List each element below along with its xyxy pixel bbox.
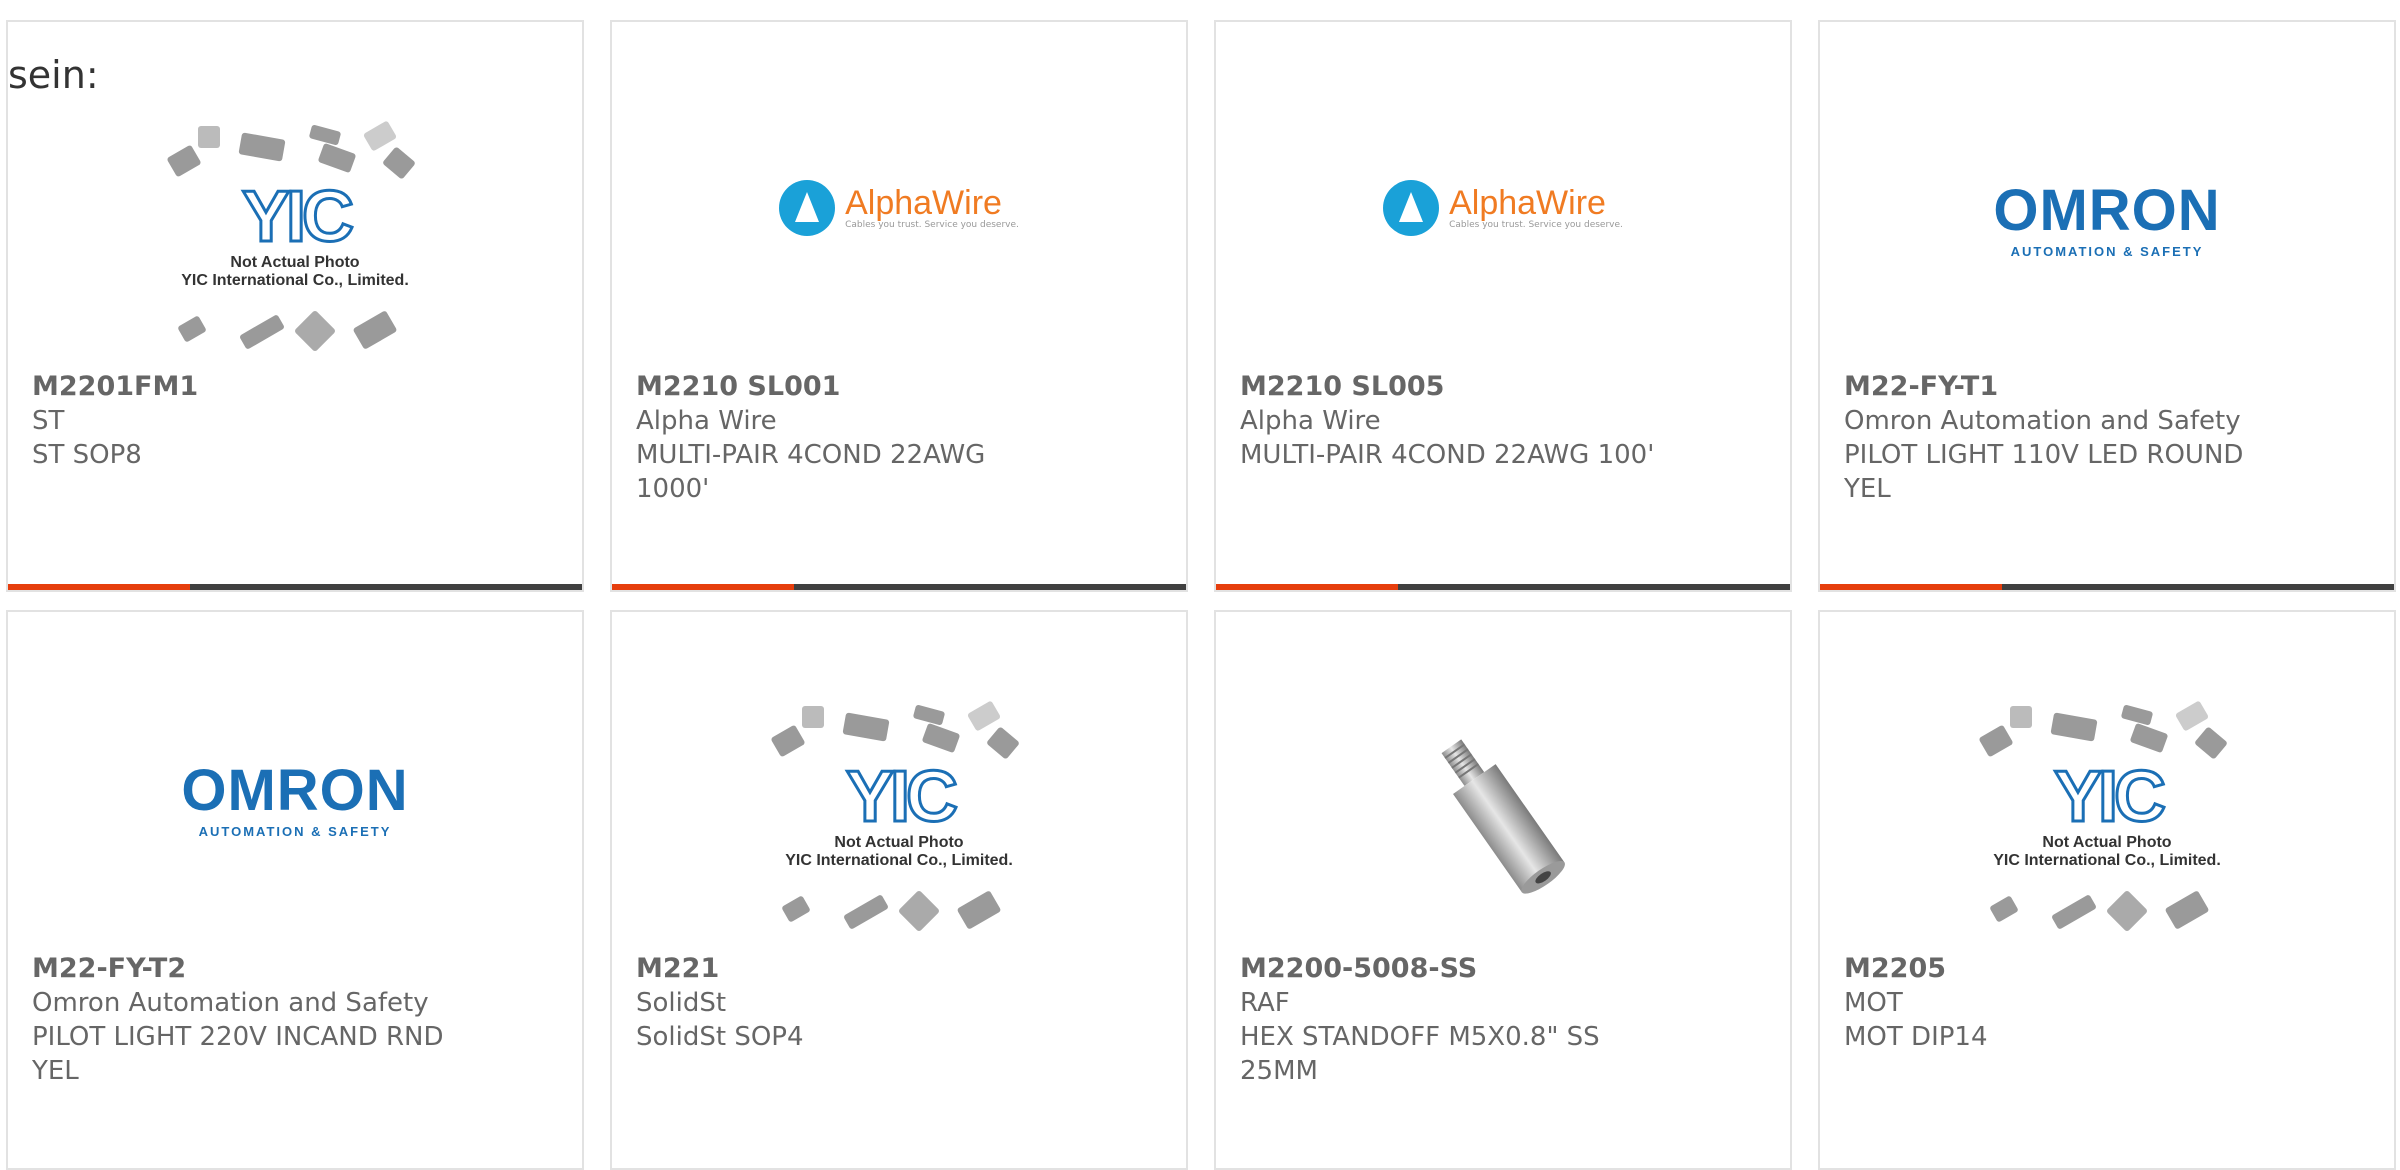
- card-bar: [8, 584, 582, 590]
- manufacturer: Alpha Wire: [636, 406, 777, 436]
- manufacturer: Omron Automation and Safety: [1844, 406, 2241, 436]
- part-number[interactable]: M22-FY-T2: [32, 952, 462, 986]
- description: HEX STANDOFF M5X0.8" SS 25MM: [1240, 1022, 1600, 1086]
- product-card[interactable]: YIC Not Actual Photo YIC International C…: [610, 610, 1188, 1170]
- product-card[interactable]: OMRON AUTOMATION & SAFETY M22-FY-T1 Omro…: [1818, 20, 2396, 592]
- yic-placeholder-image: YIC Not Actual Photo YIC International C…: [764, 700, 1034, 940]
- yic-placeholder-image: YIC Not Actual Photo YIC International C…: [1972, 700, 2242, 940]
- description: MOT DIP14: [1844, 1022, 1988, 1052]
- product-image[interactable]: OMRON AUTOMATION & SAFETY: [8, 688, 582, 962]
- product-card[interactable]: AlphaWire Cables you trust. Service you …: [1214, 20, 1792, 592]
- yic-logo-letters: YIC: [844, 756, 959, 839]
- product-image[interactable]: YIC Not Actual Photo YIC International C…: [8, 108, 582, 372]
- manufacturer: SolidSt: [636, 988, 727, 1018]
- yic-caption: Not Actual Photo YIC International Co., …: [181, 254, 409, 289]
- yic-caption: Not Actual Photo YIC International Co., …: [785, 834, 1013, 869]
- description: SolidSt SOP4: [636, 1022, 804, 1052]
- product-info: M22-FY-T2 Omron Automation and Safety PI…: [32, 952, 462, 1088]
- product-info: M2210 SL001 Alpha Wire MULTI-PAIR 4COND …: [636, 370, 1066, 506]
- part-number[interactable]: M2205: [1844, 952, 2274, 986]
- product-image[interactable]: AlphaWire Cables you trust. Service you …: [612, 108, 1186, 380]
- part-number[interactable]: M2201FM1: [32, 370, 462, 404]
- yic-placeholder-image: YIC Not Actual Photo YIC International C…: [160, 120, 430, 360]
- card-bar-accent: [1216, 584, 1398, 590]
- product-info: M221 SolidSt SolidSt SOP4: [636, 952, 1066, 1054]
- description: ST SOP8: [32, 440, 142, 470]
- product-image[interactable]: [1216, 688, 1790, 952]
- description: PILOT LIGHT 220V INCAND RND YEL: [32, 1022, 444, 1086]
- part-number[interactable]: M2210 SL005: [1240, 370, 1670, 404]
- part-number[interactable]: M2210 SL001: [636, 370, 1066, 404]
- part-number[interactable]: M22-FY-T1: [1844, 370, 2274, 404]
- card-bar: [1820, 584, 2394, 590]
- omron-logo: OMRON AUTOMATION & SAFETY: [1993, 178, 2221, 260]
- product-image[interactable]: YIC Not Actual Photo YIC International C…: [612, 688, 1186, 952]
- omron-logo: OMRON AUTOMATION & SAFETY: [181, 758, 409, 840]
- alphawire-logo: AlphaWire Cables you trust. Service you …: [779, 180, 1019, 236]
- product-image[interactable]: OMRON AUTOMATION & SAFETY: [1820, 108, 2394, 382]
- manufacturer: MOT: [1844, 988, 1903, 1018]
- product-info: M22-FY-T1 Omron Automation and Safety PI…: [1844, 370, 2274, 506]
- product-info: M2201FM1 ST ST SOP8: [32, 370, 462, 472]
- manufacturer: Alpha Wire: [1240, 406, 1381, 436]
- product-card[interactable]: YIC Not Actual Photo YIC International C…: [6, 20, 584, 592]
- product-card[interactable]: M2200-5008-SS RAF HEX STANDOFF M5X0.8" S…: [1214, 610, 1792, 1170]
- part-number[interactable]: M2200-5008-SS: [1240, 952, 1670, 986]
- product-card[interactable]: OMRON AUTOMATION & SAFETY M22-FY-T2 Omro…: [6, 610, 584, 1170]
- lead-text: sein:: [8, 53, 99, 97]
- product-info: M2205 MOT MOT DIP14: [1844, 952, 2274, 1054]
- product-card[interactable]: AlphaWire Cables you trust. Service you …: [610, 20, 1188, 592]
- alphawire-logo: AlphaWire Cables you trust. Service you …: [1383, 180, 1623, 236]
- product-info: M2200-5008-SS RAF HEX STANDOFF M5X0.8" S…: [1240, 952, 1670, 1088]
- card-bar: [1216, 584, 1790, 590]
- alphawire-mark-icon: [1383, 180, 1440, 236]
- product-image[interactable]: YIC Not Actual Photo YIC International C…: [1820, 688, 2394, 952]
- card-bar: [612, 584, 1186, 590]
- alphawire-mark-icon: [779, 180, 836, 236]
- description: PILOT LIGHT 110V LED ROUND YEL: [1844, 440, 2244, 504]
- hex-standoff-photo: [1441, 739, 1565, 894]
- manufacturer: RAF: [1240, 988, 1290, 1018]
- card-bar-accent: [8, 584, 190, 590]
- description: MULTI-PAIR 4COND 22AWG 100': [1240, 440, 1655, 470]
- card-bar-accent: [612, 584, 794, 590]
- product-image[interactable]: AlphaWire Cables you trust. Service you …: [1216, 108, 1790, 380]
- card-bar-accent: [1820, 584, 2002, 590]
- description: MULTI-PAIR 4COND 22AWG 1000': [636, 440, 986, 504]
- manufacturer: Omron Automation and Safety: [32, 988, 429, 1018]
- product-card[interactable]: YIC Not Actual Photo YIC International C…: [1818, 610, 2396, 1170]
- product-info: M2210 SL005 Alpha Wire MULTI-PAIR 4COND …: [1240, 370, 1670, 472]
- part-number[interactable]: M221: [636, 952, 1066, 986]
- yic-caption: Not Actual Photo YIC International Co., …: [1993, 834, 2221, 869]
- yic-logo-letters: YIC: [240, 176, 355, 259]
- manufacturer: ST: [32, 406, 65, 436]
- yic-logo-letters: YIC: [2052, 756, 2167, 839]
